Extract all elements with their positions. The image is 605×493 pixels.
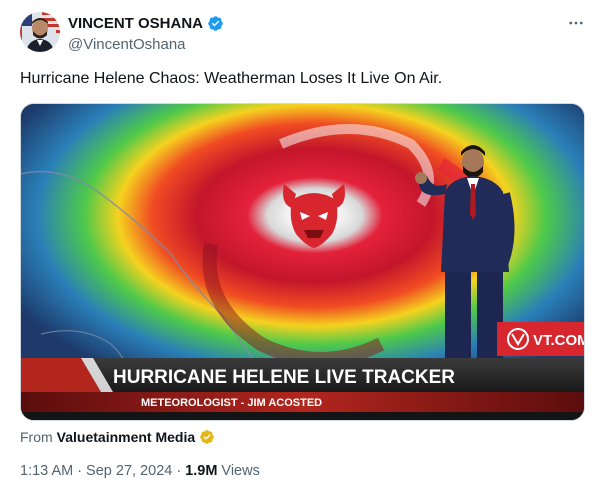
avatar[interactable] (20, 12, 60, 52)
lower-third: HURRICANE HELENE LIVE TRACKER METEOROLOG… (21, 358, 584, 420)
lower-third-title: HURRICANE HELENE LIVE TRACKER (113, 367, 455, 388)
avatar-image (20, 12, 60, 52)
tweet-meta: 1:13 AM · Sep 27, 2024 · 1.9M Views (20, 463, 260, 479)
source-prefix: From (20, 429, 53, 445)
author-info: VINCENT OSHANA @VincentOshana (68, 14, 224, 53)
author-handle[interactable]: @VincentOshana (68, 36, 224, 53)
source-name-link[interactable]: Valuetainment Media (57, 429, 195, 445)
author-name[interactable]: VINCENT OSHANA (68, 15, 203, 32)
media-frame: VT.COM HURRICANE HELENE LIVE TRACKER MET… (21, 104, 585, 420)
views-label: Views (221, 463, 260, 479)
more-options-button[interactable] (565, 12, 587, 34)
tweet-time[interactable]: 1:13 AM (20, 463, 73, 479)
vt-logo-text: VT.COM (533, 332, 585, 349)
vt-logo: VT.COM (497, 322, 585, 356)
tweet-text: Hurricane Helene Chaos: Weatherman Loses… (20, 70, 443, 87)
tweet-date[interactable]: Sep 27, 2024 (86, 463, 172, 479)
author-name-row: VINCENT OSHANA (68, 14, 224, 32)
lower-third-subtitle: METEOROLOGIST - JIM ACOSTED (141, 397, 322, 409)
verified-badge-icon[interactable] (207, 15, 224, 32)
gold-check-badge-icon[interactable] (199, 429, 215, 445)
more-options-icon (569, 21, 583, 25)
views-count: 1.9M (185, 463, 218, 479)
media-source-row: From Valuetainment Media (20, 428, 215, 446)
tweet-media-video[interactable]: VT.COM HURRICANE HELENE LIVE TRACKER MET… (20, 103, 585, 421)
tweet-card: VINCENT OSHANA @VincentOshana Hurricane … (0, 0, 605, 493)
meta-separator: · (176, 463, 182, 479)
meta-separator: · (77, 463, 83, 479)
